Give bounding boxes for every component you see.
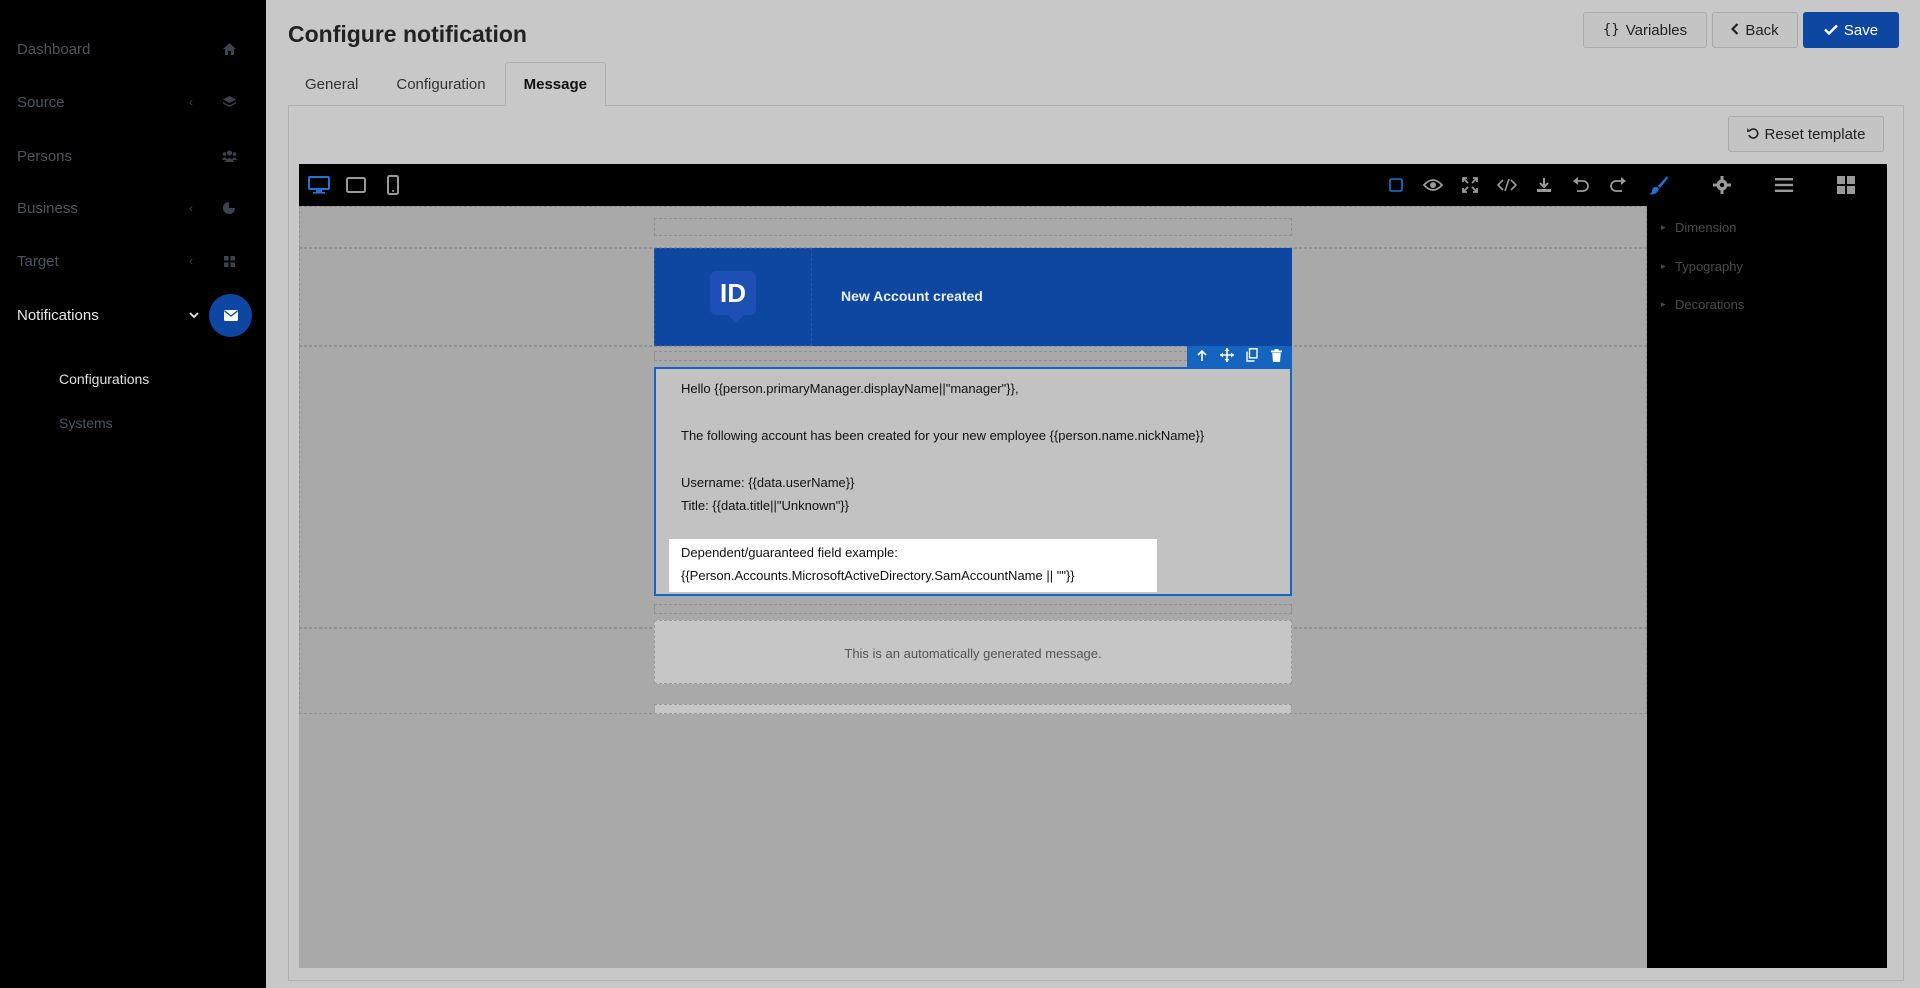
code-icon[interactable] <box>1496 174 1518 196</box>
mobile-view-icon[interactable] <box>382 174 404 196</box>
copy-icon[interactable] <box>1246 348 1258 367</box>
chevron-left-icon: ‹ <box>189 254 193 268</box>
message-line: Username: {{data.userName}} <box>681 475 855 490</box>
email-header-title[interactable]: New Account created <box>841 288 983 304</box>
sidebar-item-label: Source <box>17 93 65 111</box>
undo-icon <box>1746 126 1759 143</box>
dependent-line: Dependent/guaranteed field example: <box>681 545 898 560</box>
braces-icon: {} <box>1602 22 1620 38</box>
blocks-icon[interactable] <box>1835 174 1857 196</box>
template-editor: ID New Account created Hello {{person.pr… <box>299 164 1887 968</box>
chevron-left-icon <box>1731 22 1739 39</box>
spacer-footer <box>654 704 1292 714</box>
spacer-bottom <box>654 604 1292 614</box>
sidebar-subitem-configurations[interactable]: Configurations <box>59 371 149 387</box>
page-title: Configure notification <box>288 21 527 48</box>
back-label: Back <box>1745 21 1779 39</box>
tab-general[interactable]: General <box>286 62 377 106</box>
arrow-up-icon[interactable] <box>1197 349 1207 367</box>
logo-cell[interactable]: ID <box>654 248 812 346</box>
save-button[interactable]: Save <box>1803 12 1899 48</box>
sidebar-item-persons[interactable]: Persons <box>0 136 266 176</box>
message-line: The following account has been created f… <box>681 428 1205 443</box>
redo-icon[interactable] <box>1607 174 1629 196</box>
section-decorations[interactable]: Decorations <box>1661 297 1744 312</box>
variables-label: Variables <box>1625 21 1688 39</box>
main-content: Configure notification {} Variables Back… <box>266 0 1920 988</box>
reset-template-label: Reset template <box>1764 125 1866 143</box>
tab-configuration[interactable]: Configuration <box>377 62 504 106</box>
chevron-down-icon <box>189 308 199 322</box>
grid-icon <box>221 253 237 269</box>
sidebar-item-dashboard[interactable]: Dashboard <box>0 29 266 69</box>
fullscreen-icon[interactable] <box>1459 174 1481 196</box>
email-header[interactable]: ID New Account created <box>654 248 1292 346</box>
check-icon <box>1824 22 1838 39</box>
page-title-bold: notification <box>403 21 527 47</box>
trash-icon[interactable] <box>1270 348 1282 367</box>
email-footer[interactable]: This is an automatically generated messa… <box>654 620 1292 684</box>
envelope-icon <box>209 293 252 337</box>
sidebar-item-label: Notifications <box>17 306 99 324</box>
tab-message[interactable]: Message <box>504 62 606 106</box>
desktop-view-icon[interactable] <box>308 174 330 196</box>
sidebar-item-business[interactable]: Business ‹ <box>0 188 266 228</box>
sidebar-item-label: Business <box>17 199 78 217</box>
dependent-field-box[interactable]: Dependent/guaranteed field example: {{Pe… <box>669 539 1157 592</box>
chevron-left-icon: ‹ <box>189 95 193 109</box>
eye-preview-icon[interactable] <box>1422 174 1444 196</box>
download-icon[interactable] <box>1533 174 1555 196</box>
chart-pie-icon <box>221 200 237 216</box>
sidebar-item-notifications[interactable]: Notifications <box>0 293 266 337</box>
spacer-top <box>654 218 1292 236</box>
sidebar-item-label: Persons <box>17 147 73 165</box>
sidebar-item-target[interactable]: Target ‹ <box>0 241 266 281</box>
style-manager-icon[interactable] <box>1648 174 1670 196</box>
page-title-prefix: Configure <box>288 21 397 47</box>
sidebar-item-source[interactable]: Source ‹ <box>0 82 266 122</box>
reset-template-button[interactable]: Reset template <box>1728 116 1884 152</box>
sidebar: Dashboard Source ‹ Persons Business ‹ Ta… <box>0 0 266 988</box>
save-label: Save <box>1843 21 1879 39</box>
layers-icon <box>221 94 237 110</box>
back-button[interactable]: Back <box>1712 12 1798 48</box>
sidebar-item-label: Target <box>17 252 59 270</box>
variables-button[interactable]: {} Variables <box>1583 12 1707 48</box>
editor-canvas[interactable]: ID New Account created Hello {{person.pr… <box>299 206 1647 968</box>
move-icon[interactable] <box>1219 348 1234 367</box>
section-dimension[interactable]: Dimension <box>1661 220 1737 235</box>
sidebar-subitem-systems[interactable]: Systems <box>59 415 113 431</box>
tablet-view-icon[interactable] <box>345 174 367 196</box>
dependent-line: {{Person.Accounts.MicrosoftActiveDirecto… <box>681 568 1075 583</box>
gear-icon[interactable] <box>1711 174 1733 196</box>
footer-text: This is an automatically generated messa… <box>844 646 1102 661</box>
component-toolbar <box>1187 346 1292 369</box>
sidebar-item-label: Dashboard <box>17 40 91 58</box>
home-icon <box>221 41 237 57</box>
logo: ID <box>710 271 756 323</box>
show-borders-icon[interactable] <box>1385 174 1407 196</box>
layers-menu-icon[interactable] <box>1773 174 1795 196</box>
section-typography[interactable]: Typography <box>1661 259 1743 274</box>
message-text-block[interactable]: Hello {{person.primaryManager.displayNam… <box>654 367 1292 596</box>
undo-icon[interactable] <box>1570 174 1592 196</box>
tab-bar: General Configuration Message <box>286 62 606 106</box>
users-icon <box>221 148 237 164</box>
editor-toolbar <box>299 164 1887 206</box>
chevron-left-icon: ‹ <box>189 201 193 215</box>
style-manager-panel: Dimension Typography Decorations <box>1647 206 1887 968</box>
message-line: Title: {{data.title||"Unknown"}} <box>681 498 849 513</box>
message-line: Hello {{person.primaryManager.displayNam… <box>681 381 1019 396</box>
